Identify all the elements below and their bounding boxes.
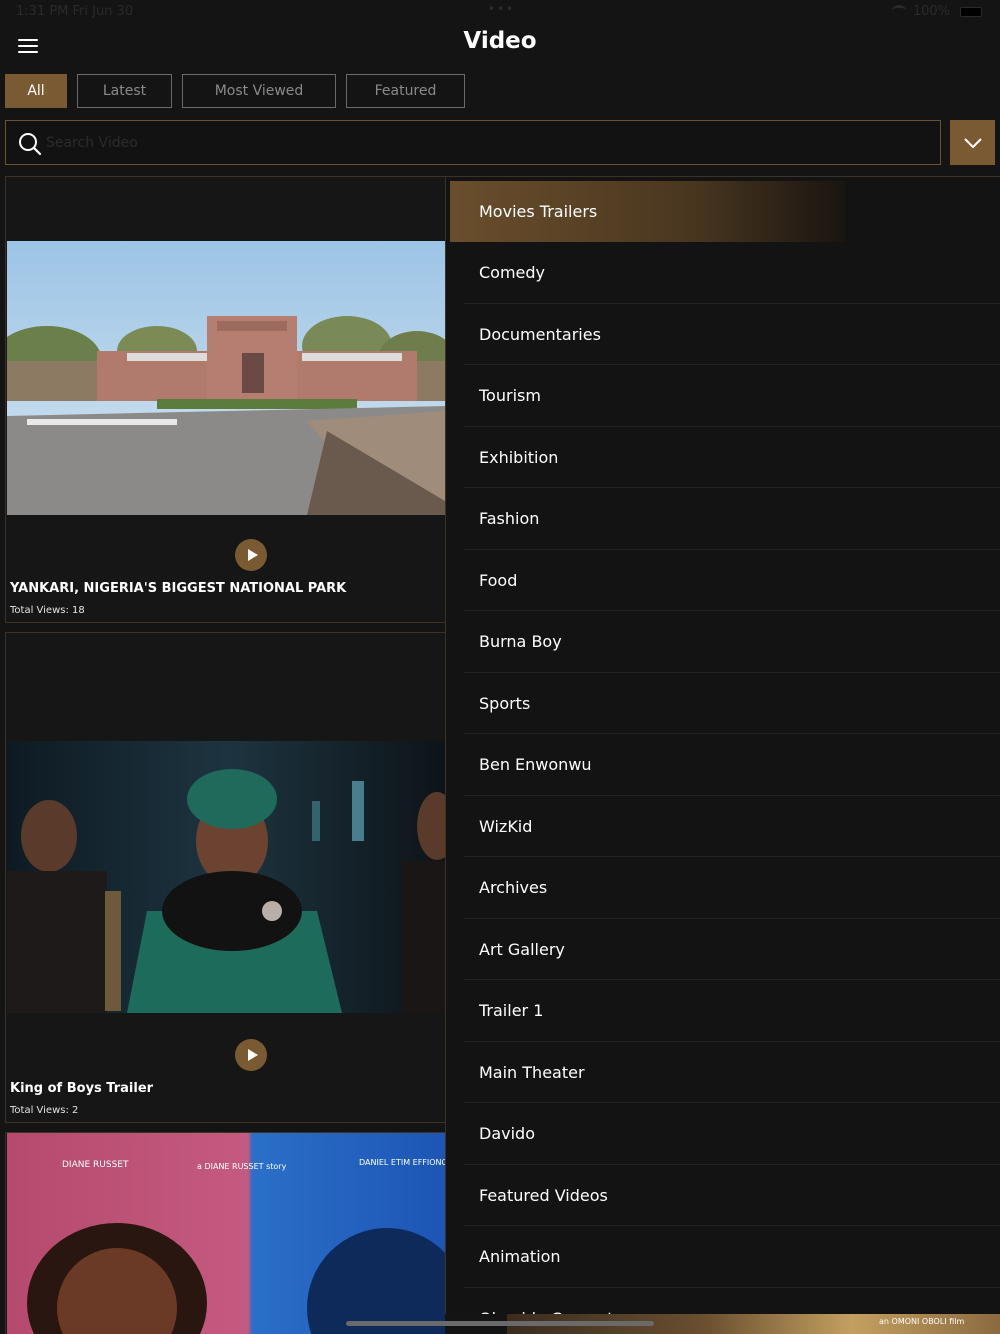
category-item[interactable]: Davido [464, 1104, 1000, 1165]
video-title: King of Boys Trailer [10, 1081, 154, 1096]
category-label: Tourism [479, 386, 541, 405]
video-screen: 1:31 PM Fri Jun 30 ••• 100% Video All La… [0, 0, 1000, 1334]
category-item[interactable]: Fashion [464, 489, 1000, 550]
video-thumbnail[interactable] [7, 241, 445, 515]
category-item[interactable]: Food [464, 550, 1000, 611]
status-bar: 1:31 PM Fri Jun 30 ••• 100% [0, 0, 1000, 24]
category-item[interactable]: Tourism [464, 366, 1000, 427]
video-card[interactable]: King of Boys Trailer Total Views: 2 [5, 632, 445, 1123]
category-item[interactable]: Sports [464, 673, 1000, 734]
category-label: Sports [479, 693, 531, 713]
category-dropdown-list: Movies Trailers Comedy Documentaries Touris… [445, 176, 1000, 1314]
tab-all[interactable]: All [5, 74, 67, 108]
category-item[interactable]: Movies Trailers [450, 181, 845, 242]
category-label: Art Gallery [479, 939, 565, 959]
home-indicator [346, 1321, 654, 1326]
category-label: Davido [479, 1124, 535, 1143]
multitask-dots: ••• [488, 2, 516, 16]
poster-text: DANIEL ETIM EFFIONG [359, 1158, 445, 1167]
category-label: Movies Trailers [479, 202, 598, 221]
category-item[interactable]: WizKid [464, 796, 1000, 857]
video-title: YANKARI, NIGERIA'S BIGGEST NATIONAL PARK [10, 581, 347, 596]
tab-featured[interactable]: Featured [346, 74, 465, 108]
category-item[interactable]: Animation [464, 1227, 1000, 1288]
poster-text: an OMONI OBOLI film [879, 1317, 965, 1326]
category-item[interactable]: Main Theater [464, 1042, 1000, 1103]
category-dropdown-button[interactable] [950, 120, 995, 165]
hamburger-menu-icon[interactable] [18, 36, 40, 54]
play-button[interactable] [235, 539, 267, 571]
video-views: Total Views: 18 [10, 605, 85, 616]
battery-icon [960, 7, 982, 17]
video-thumbnail[interactable] [7, 741, 445, 1013]
video-card[interactable]: YANKARI, NIGERIA'S BIGGEST NATIONAL PARK… [5, 176, 445, 623]
video-thumbnail[interactable]: DIANE RUSSET a DIANE RUSSET story DANIEL… [7, 1133, 445, 1334]
category-label: Featured Videos [479, 1185, 608, 1205]
category-label: Burna Boy [479, 632, 562, 651]
category-item[interactable]: Burna Boy [464, 612, 1000, 673]
search-input[interactable] [46, 129, 926, 157]
category-label: Ben Enwonwu [479, 755, 592, 774]
chevron-down-icon [963, 137, 982, 148]
page-title: Video [463, 28, 537, 54]
category-label: Trailer 1 [479, 1001, 544, 1020]
status-time: 1:31 PM Fri Jun 30 [16, 4, 134, 19]
category-item[interactable]: Ben Enwonwu [464, 735, 1000, 796]
category-label: Exhibition [479, 447, 559, 467]
category-item[interactable]: Comedy [464, 243, 1000, 304]
poster-text: a DIANE RUSSET story [197, 1162, 287, 1171]
battery-percentage: 100% [912, 4, 950, 19]
tab-latest[interactable]: Latest [77, 74, 172, 108]
video-views: Total Views: 2 [10, 1105, 79, 1116]
category-label: Main Theater [479, 1062, 585, 1082]
category-label: WizKid [479, 816, 533, 836]
category-item[interactable]: Archives [464, 858, 1000, 919]
category-item[interactable]: Olamide Concert [464, 1288, 1000, 1315]
category-label: Archives [479, 878, 548, 897]
category-item[interactable]: Art Gallery [464, 919, 1000, 980]
poster-text: DIANE RUSSET [62, 1160, 129, 1170]
category-label: Food [479, 570, 518, 590]
search-bar [5, 120, 941, 165]
category-item[interactable]: Exhibition [464, 427, 1000, 488]
category-label: Comedy [479, 263, 546, 282]
category-item[interactable]: Featured Videos [464, 1165, 1000, 1226]
wifi-icon [892, 5, 906, 15]
video-card[interactable]: DIANE RUSSET a DIANE RUSSET story DANIEL… [5, 1132, 445, 1334]
category-label: Animation [479, 1247, 561, 1266]
search-icon [19, 133, 42, 156]
category-item[interactable]: Trailer 1 [464, 981, 1000, 1042]
tab-most-viewed[interactable]: Most Viewed [182, 74, 336, 108]
play-button[interactable] [235, 1039, 267, 1071]
category-label: Fashion [479, 509, 540, 528]
category-item[interactable]: Documentaries [464, 304, 1000, 365]
category-label: Documentaries [479, 324, 601, 344]
